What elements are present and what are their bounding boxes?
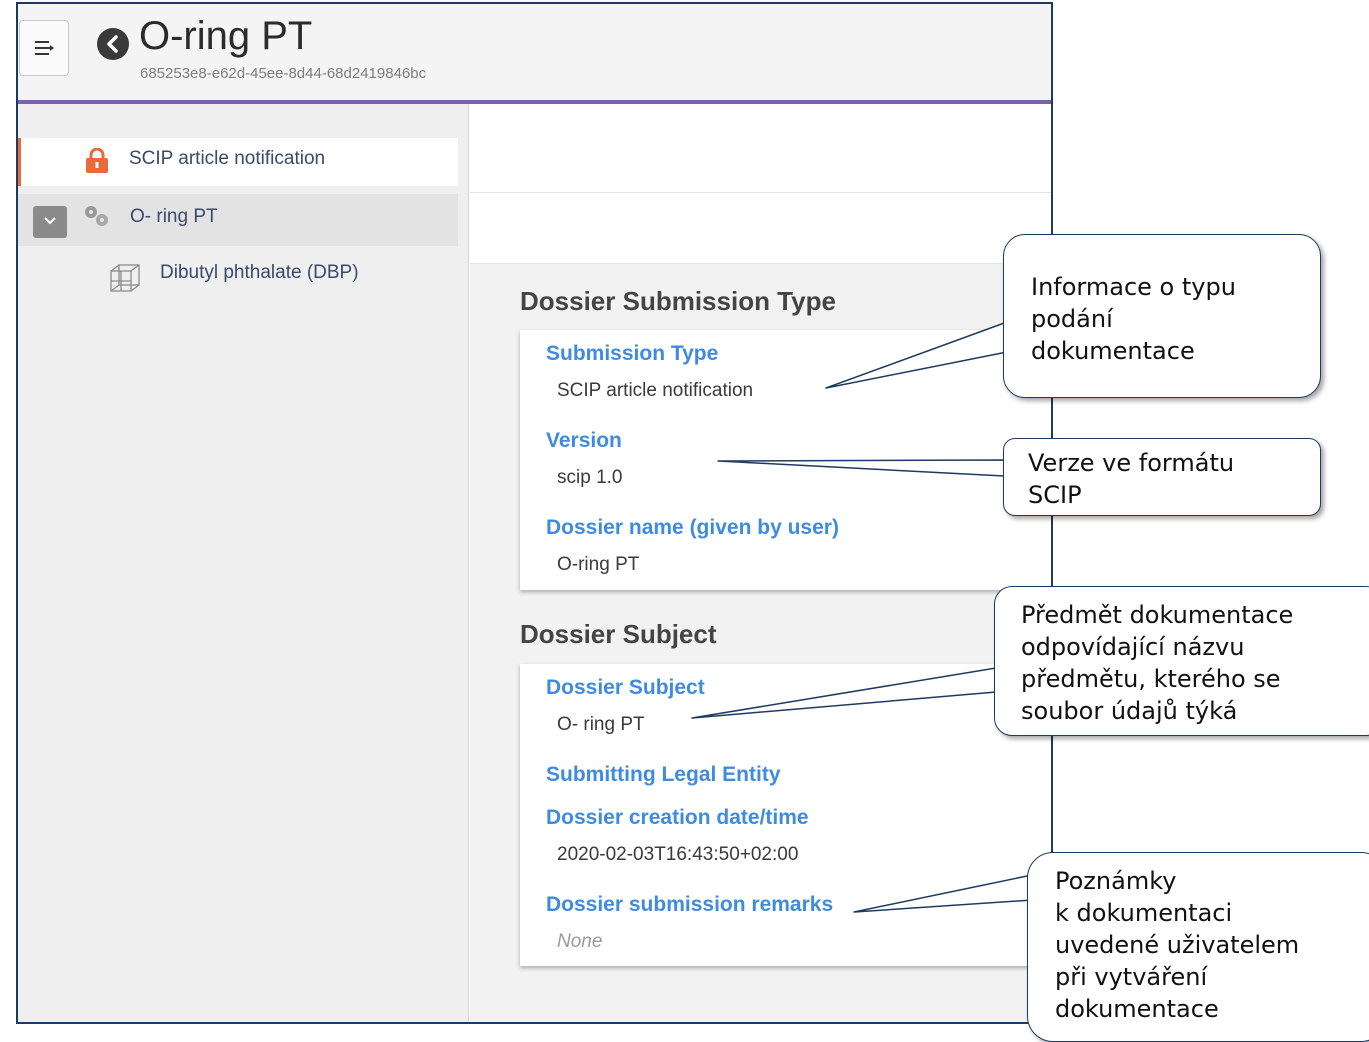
callout-submission-type: Informace o typu podání dokumentace [1003, 234, 1321, 398]
callout-dossier-subject: Předmět dokumentace odpovídající názvu p… [994, 586, 1369, 736]
callout-3-pointer [691, 667, 997, 719]
callout-version: Verze ve formátu SCIP [1003, 438, 1321, 516]
callout-1-pointer [825, 321, 1008, 389]
callout-remarks: Poznámky k dokumentaci uvedené uživatele… [1027, 852, 1369, 1042]
callout-4-pointer [853, 874, 1033, 913]
callout-2-pointer [717, 459, 1005, 477]
